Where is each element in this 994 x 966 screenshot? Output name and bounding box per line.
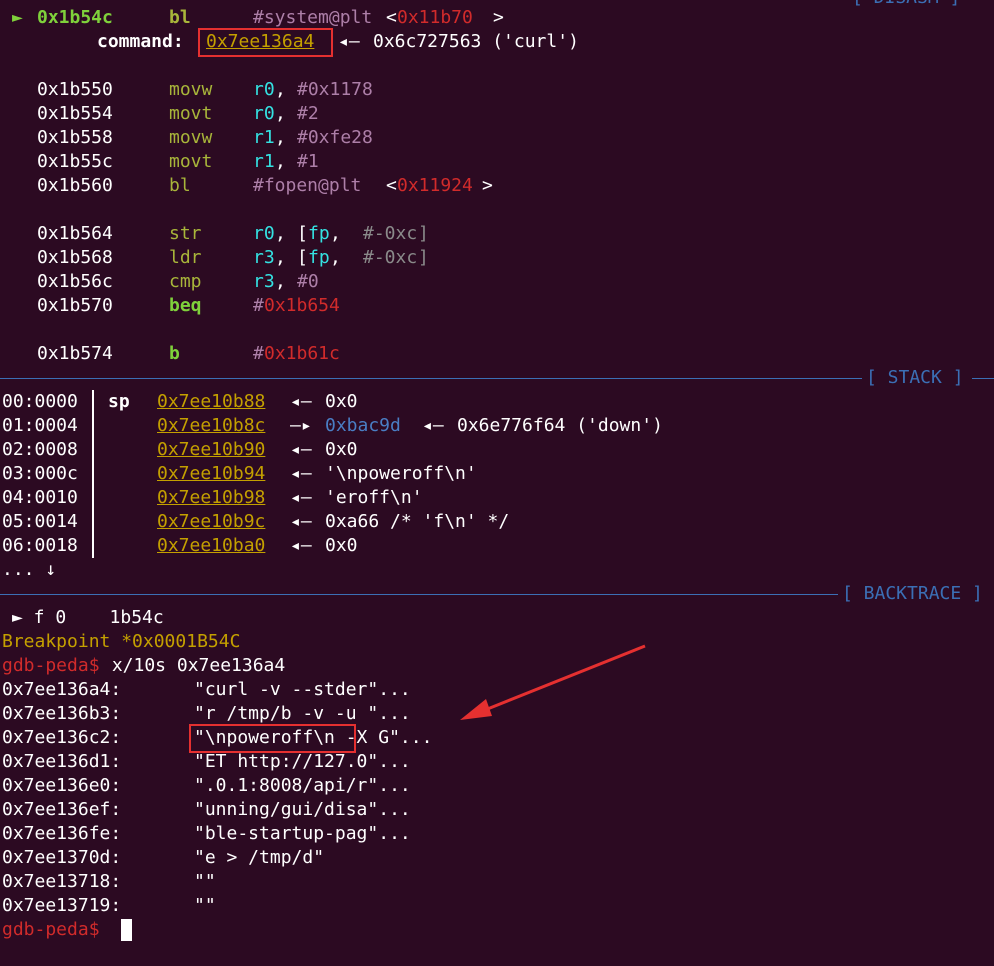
annotation-arrow-icon (460, 644, 646, 720)
